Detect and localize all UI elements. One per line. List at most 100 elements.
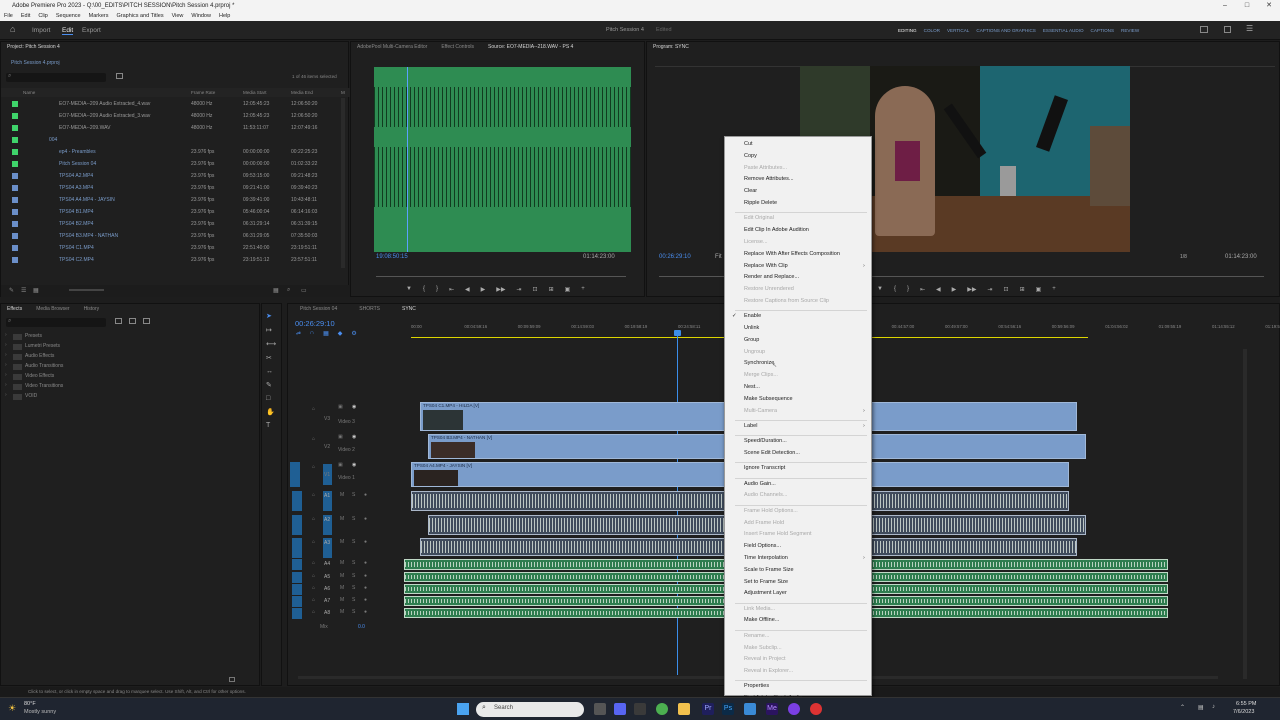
column-header[interactable]: Frame Rate bbox=[191, 90, 215, 95]
lock-icon[interactable]: ⌂ bbox=[312, 464, 315, 470]
sequence-tab[interactable]: SYNC bbox=[402, 304, 416, 314]
context-item-frame-hold-options[interactable]: Frame Hold Options... bbox=[744, 507, 798, 515]
context-item-multi-camera[interactable]: Multi-Camera › bbox=[744, 407, 865, 415]
solo-icon[interactable]: S bbox=[352, 609, 355, 615]
context-item-scale-to-frame-size[interactable]: Scale to Frame Size bbox=[744, 566, 794, 574]
label-swatch[interactable] bbox=[12, 101, 18, 107]
tray-chevron-icon[interactable]: ⌃ bbox=[1180, 704, 1185, 711]
effects-tab-2[interactable]: History bbox=[84, 304, 100, 314]
context-item-link-media[interactable]: Link Media... bbox=[744, 605, 775, 613]
source-patch[interactable] bbox=[290, 404, 300, 433]
eye-icon[interactable]: ◉ bbox=[352, 462, 356, 468]
context-item-enable[interactable]: ✓ Enable bbox=[732, 312, 761, 320]
timeline-timecode[interactable]: 00:26:29:10 bbox=[295, 319, 335, 328]
mute-icon[interactable]: M bbox=[340, 560, 344, 566]
windows-start-icon[interactable] bbox=[457, 703, 469, 715]
go-to-in-icon[interactable]: ⇤ bbox=[920, 286, 925, 293]
icon-view-icon[interactable]: ▦ bbox=[33, 287, 39, 294]
slip-tool-icon[interactable]: ↔ bbox=[266, 368, 276, 375]
context-item-edit-clip-in-adobe-audition[interactable]: Edit Clip In Adobe Audition bbox=[744, 226, 809, 234]
effects-folder[interactable]: › Audio Transitions bbox=[5, 362, 205, 372]
workspace-color[interactable]: COLOR bbox=[924, 28, 940, 33]
lock-icon[interactable]: ⌂ bbox=[312, 492, 315, 498]
source-patch[interactable] bbox=[292, 584, 302, 595]
label-swatch[interactable] bbox=[12, 245, 18, 251]
export-tab[interactable]: Export bbox=[82, 27, 101, 34]
snap-icon[interactable]: ∩ bbox=[310, 330, 314, 337]
disclosure-icon[interactable]: › bbox=[5, 332, 7, 338]
solo-icon[interactable]: S bbox=[352, 539, 355, 545]
effects-folder[interactable]: › Presets bbox=[5, 332, 205, 342]
app-icon[interactable] bbox=[744, 703, 756, 715]
lock-icon[interactable]: ⌂ bbox=[312, 560, 315, 566]
toggle-sync-icon[interactable]: ▣ bbox=[338, 434, 343, 440]
hand-tool-icon[interactable]: ✋ bbox=[266, 408, 276, 416]
mute-icon[interactable]: M bbox=[340, 516, 344, 522]
disclosure-icon[interactable]: › bbox=[5, 342, 7, 348]
context-item-ripple-delete[interactable]: Ripple Delete bbox=[744, 199, 777, 207]
label-swatch[interactable] bbox=[12, 113, 18, 119]
media-encoder-icon[interactable]: Me bbox=[766, 703, 778, 715]
export-frame-icon[interactable]: ▣ bbox=[565, 286, 571, 293]
insert-icon[interactable]: ⊡ bbox=[533, 286, 538, 293]
source-scrubber[interactable] bbox=[376, 276, 626, 277]
workspace-captions[interactable]: CAPTIONS bbox=[1091, 28, 1114, 33]
effects-search-input[interactable]: ⌕ bbox=[6, 318, 106, 327]
clock-date[interactable]: 7/6/2023 bbox=[1233, 709, 1254, 715]
solo-icon[interactable]: S bbox=[352, 516, 355, 522]
razor-tool-icon[interactable]: ✂ bbox=[266, 354, 276, 362]
context-item-edit-original[interactable]: Edit Original bbox=[744, 214, 774, 222]
source-tab[interactable]: AdobePool Multi-Camera Editor bbox=[357, 42, 427, 52]
project-item[interactable]: TPS04 A3.MP4 23.976 fps 09:21:41:00 09:39:4… bbox=[1, 182, 350, 194]
timeline-settings-icon[interactable]: ⚙ bbox=[351, 330, 356, 337]
context-item-insert-frame-hold-segment[interactable]: Insert Frame Hold Segment bbox=[744, 530, 812, 538]
context-item-audio-channels[interactable]: Audio Channels... bbox=[744, 491, 787, 499]
mute-icon[interactable]: M bbox=[340, 539, 344, 545]
32bit-effects-icon[interactable] bbox=[129, 318, 136, 324]
context-item-restore-unrendered[interactable]: Restore Unrendered bbox=[744, 285, 794, 293]
yuv-effects-icon[interactable] bbox=[143, 318, 150, 324]
workspace-review[interactable]: REVIEW bbox=[1121, 28, 1139, 33]
context-item-rename[interactable]: Rename... bbox=[744, 632, 769, 640]
menu-help[interactable]: Help bbox=[219, 12, 230, 21]
step-back-icon[interactable]: ◀ bbox=[936, 286, 941, 293]
fit-dropdown[interactable]: Fit bbox=[715, 254, 722, 260]
column-header[interactable]: Media Start bbox=[243, 90, 267, 95]
context-item-ungroup[interactable]: Ungroup bbox=[744, 348, 765, 356]
column-header[interactable]: Name bbox=[23, 90, 35, 95]
lock-icon[interactable]: ⌂ bbox=[312, 573, 315, 579]
effects-folder[interactable]: › Video Effects bbox=[5, 372, 205, 382]
toggle-sync-icon[interactable]: ▣ bbox=[338, 462, 343, 468]
context-item-unlink[interactable]: Unlink bbox=[744, 324, 759, 332]
solo-icon[interactable]: S bbox=[352, 585, 355, 591]
weather-text[interactable]: Mostly sunny bbox=[24, 709, 56, 715]
context-item-scene-edit-detection[interactable]: Scene Edit Detection... bbox=[744, 449, 800, 457]
disclosure-icon[interactable]: › bbox=[5, 382, 7, 388]
context-item-license[interactable]: License... bbox=[744, 238, 768, 246]
photoshop-icon[interactable]: Ps bbox=[722, 703, 734, 715]
context-item-clear[interactable]: Clear bbox=[744, 187, 757, 195]
solo-icon[interactable]: S bbox=[352, 573, 355, 579]
mute-icon[interactable]: M bbox=[340, 573, 344, 579]
export-frame-icon[interactable] bbox=[1224, 26, 1231, 33]
voiceover-icon[interactable]: ● bbox=[364, 585, 367, 591]
source-tab[interactable]: Effect Controls bbox=[441, 42, 474, 52]
export-frame-icon[interactable]: ▣ bbox=[1036, 286, 1042, 293]
label-swatch[interactable] bbox=[12, 209, 18, 215]
weather-icon[interactable]: ☀ bbox=[8, 703, 16, 714]
project-item[interactable]: TPS04 B1.MP4 23.976 fps 05:46:00:04 06:14:1… bbox=[1, 206, 350, 218]
program-tab[interactable]: Program: SYNC bbox=[653, 42, 689, 52]
volume-icon[interactable]: ♪ bbox=[1212, 704, 1215, 710]
marker-icon[interactable]: ▼ bbox=[877, 286, 883, 293]
context-item-make-offline[interactable]: Make Offline... bbox=[744, 616, 779, 624]
list-view-icon[interactable]: ☰ bbox=[21, 287, 26, 294]
voiceover-icon[interactable]: ● bbox=[364, 609, 367, 615]
camera-icon[interactable] bbox=[634, 703, 646, 715]
project-item[interactable]: EO7-MEDIA--209.WAV 48000 Hz 11:53:11:07 12:… bbox=[1, 122, 350, 134]
new-item-icon[interactable]: ▦ bbox=[273, 287, 279, 294]
zoom-slider[interactable] bbox=[69, 289, 104, 291]
insert-icon[interactable]: ⊡ bbox=[1004, 286, 1009, 293]
button-editor-icon[interactable]: + bbox=[1052, 286, 1056, 293]
workspace-vertical[interactable]: VERTICAL bbox=[947, 28, 969, 33]
label-swatch[interactable] bbox=[12, 233, 18, 239]
